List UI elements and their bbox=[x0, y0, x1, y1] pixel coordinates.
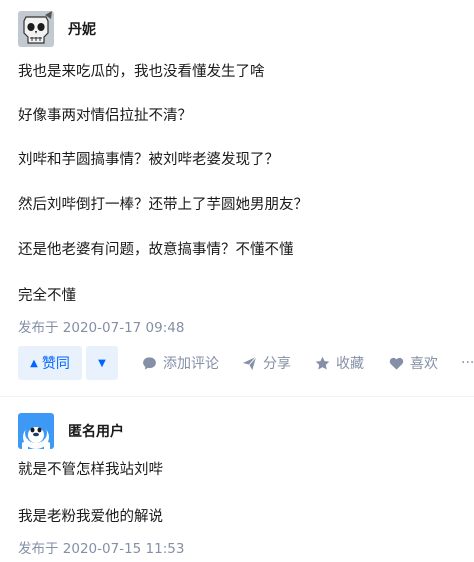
skull-avatar-icon bbox=[18, 11, 54, 47]
publish-time[interactable]: 发布于 2020-07-17 09:48 bbox=[18, 316, 184, 336]
publish-time[interactable]: 发布于 2020-07-15 11:53 bbox=[18, 537, 184, 557]
comment-icon bbox=[143, 356, 156, 370]
paper-plane-icon bbox=[242, 356, 257, 370]
action-bar: ▲ 赞同 ▼ 添加评论 分享 收藏 喜欢 ··· bbox=[0, 346, 474, 380]
answer-author-row: 丹妮 bbox=[18, 10, 96, 48]
share-label: 分享 bbox=[263, 356, 291, 372]
more-button[interactable]: ··· bbox=[461, 346, 474, 380]
upvote-label: 赞同 bbox=[41, 356, 70, 372]
heart-icon bbox=[389, 357, 404, 370]
answer-paragraph: 刘哔和芋圆搞事情？被刘哔老婆发现了？ bbox=[18, 152, 279, 168]
triangle-up-icon: ▲ bbox=[30, 357, 38, 369]
downvote-button[interactable]: ▼ bbox=[86, 346, 118, 380]
answer-paragraph: 完全不懂 bbox=[18, 288, 76, 304]
answer-author-row: 匿名用户 bbox=[18, 412, 124, 450]
add-comment-label: 添加评论 bbox=[163, 356, 219, 372]
answer-paragraph: 还是他老婆有问题，故意搞事情？不懂不懂 bbox=[18, 242, 294, 258]
avatar[interactable] bbox=[18, 413, 54, 449]
answer-paragraph: 就是不管怎样我站刘哔 bbox=[18, 462, 163, 478]
like-button[interactable]: 喜欢 bbox=[389, 346, 438, 380]
triangle-down-icon: ▼ bbox=[98, 357, 106, 369]
share-button[interactable]: 分享 bbox=[242, 346, 291, 380]
answer-list: 丹妮 我也是来吃瓜的，我也没看懂发生了啥 好像事两对情侣拉扯不清？ 刘哔和芋圆搞… bbox=[0, 0, 474, 562]
author-name[interactable]: 丹妮 bbox=[68, 19, 96, 39]
star-icon bbox=[315, 356, 330, 369]
add-comment-button[interactable]: 添加评论 bbox=[142, 346, 219, 380]
author-name[interactable]: 匿名用户 bbox=[68, 421, 124, 441]
more-icon: ··· bbox=[461, 355, 474, 371]
upvote-button[interactable]: ▲ 赞同 bbox=[18, 346, 82, 380]
answer-paragraph: 我也是来吃瓜的，我也没看懂发生了啥 bbox=[18, 64, 265, 80]
answer-paragraph: 然后刘哔倒打一棒？还带上了芋圆她男朋友？ bbox=[18, 197, 308, 213]
anonymous-penguin-icon bbox=[18, 413, 54, 449]
answer-paragraph: 我是老粉我爱他的解说 bbox=[18, 509, 163, 525]
avatar[interactable] bbox=[18, 11, 54, 47]
collect-button[interactable]: 收藏 bbox=[315, 346, 364, 380]
collect-label: 收藏 bbox=[336, 356, 364, 372]
answer-divider bbox=[0, 396, 474, 397]
like-label: 喜欢 bbox=[410, 356, 438, 372]
answer-paragraph: 好像事两对情侣拉扯不清？ bbox=[18, 108, 192, 124]
